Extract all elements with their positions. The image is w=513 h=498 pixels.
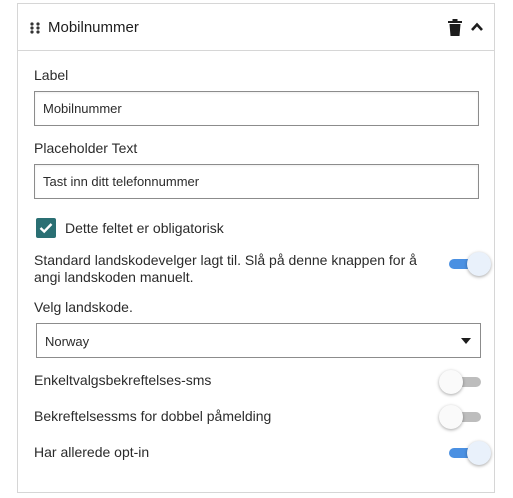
drag-handle-icon[interactable] xyxy=(30,22,40,34)
single-optin-sms-toggle[interactable] xyxy=(439,370,483,394)
chevron-up-icon[interactable] xyxy=(471,22,483,31)
single-optin-sms-label: Enkeltvalgsbekreftelses-sms xyxy=(34,372,212,388)
double-optin-sms-toggle[interactable] xyxy=(439,405,483,429)
already-optin-toggle[interactable] xyxy=(447,441,491,465)
country-select-label: Velg landskode. xyxy=(34,299,133,315)
country-select-value: Norway xyxy=(45,334,90,349)
required-checkbox[interactable] xyxy=(36,218,56,238)
double-optin-sms-label: Bekreftelsessms for dobbel påmelding xyxy=(34,408,272,424)
label-field-label: Label xyxy=(34,67,69,83)
placeholder-field-label: Placeholder Text xyxy=(34,140,138,156)
required-label: Dette feltet er obligatorisk xyxy=(65,220,224,236)
country-code-toggle[interactable] xyxy=(447,252,491,276)
country-code-select[interactable]: Norway xyxy=(36,323,481,358)
country-code-toggle-label: Standard landskodevelger lagt til. Slå p… xyxy=(34,252,417,285)
mobile-number-field-panel: Mobilnummer Label Placeholder Text Dette… xyxy=(17,3,495,493)
placeholder-input[interactable] xyxy=(34,164,479,199)
already-optin-label: Har allerede opt-in xyxy=(34,444,150,460)
panel-header[interactable]: Mobilnummer xyxy=(18,4,494,51)
trash-icon[interactable] xyxy=(448,19,462,36)
checkmark-icon xyxy=(39,223,53,234)
toggle-knob xyxy=(439,370,463,394)
label-input[interactable] xyxy=(34,91,479,126)
toggle-knob xyxy=(439,405,463,429)
toggle-knob xyxy=(467,441,491,465)
caret-down-icon xyxy=(461,338,471,344)
panel-title: Mobilnummer xyxy=(48,19,139,36)
toggle-knob xyxy=(467,252,491,276)
